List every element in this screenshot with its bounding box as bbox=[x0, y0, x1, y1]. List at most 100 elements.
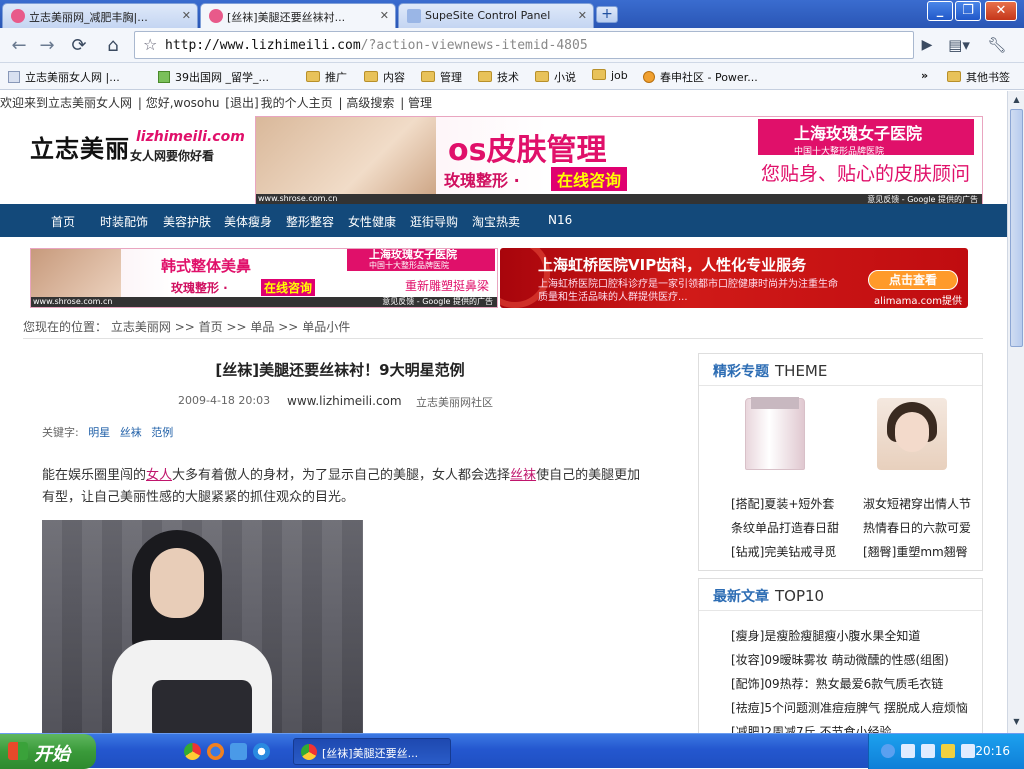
ad-consult-button[interactable]: 在线咨询 bbox=[261, 279, 316, 296]
tray-app-icon[interactable] bbox=[941, 744, 955, 758]
list-item[interactable]: [祛痘]5个问题测准痘痘脾气 摆脱成人痘烦恼 bbox=[731, 696, 971, 720]
theme-item[interactable]: [钻戒]完美钻戒寻觅 bbox=[731, 540, 849, 564]
scroll-down-arrow-icon[interactable]: ▼ bbox=[1010, 715, 1023, 729]
theme-item[interactable]: 条纹单品打造春日甜 bbox=[731, 516, 849, 540]
nav-slimming[interactable]: 美体瘦身 bbox=[224, 213, 272, 230]
theme-item[interactable]: 热情春日的六款可爱 bbox=[863, 516, 975, 540]
nav-home[interactable]: 首页 bbox=[51, 213, 75, 230]
list-item[interactable]: [瘦身]是瘦脸瘦腿瘦小腹水果全知道 bbox=[731, 624, 971, 648]
ad-feedback-link[interactable]: 意见反馈 - Google 提供的广告 bbox=[382, 297, 493, 307]
page-menu-button[interactable]: ▤▾ bbox=[946, 33, 972, 59]
bookmark-folder-xiaoshuo[interactable]: 小说 bbox=[535, 69, 576, 85]
breadcrumb-item[interactable]: 单品 bbox=[250, 320, 274, 334]
app-quicklaunch-icon[interactable] bbox=[230, 743, 247, 760]
logout-link[interactable]: [退出] bbox=[225, 96, 258, 110]
top10-list: [瘦身]是瘦脸瘦腿瘦小腹水果全知道 [妆容]09暧昧雾妆 萌动微醺的性感(组图)… bbox=[731, 624, 971, 733]
tray-network-icon[interactable] bbox=[901, 744, 915, 758]
breadcrumb-item[interactable]: 立志美丽网 bbox=[111, 320, 171, 334]
nav-shopping-guide[interactable]: 逛街导购 bbox=[410, 213, 458, 230]
nav-fashion[interactable]: 时装配饰 bbox=[100, 213, 148, 230]
top-banner-ad[interactable]: os皮肤管理 玫瑰整形 · 在线咨询 上海玫瑰女子医院 中国十大整形品牌医院 您贴… bbox=[255, 116, 983, 206]
my-homepage-link[interactable]: 我的个人主页 bbox=[261, 96, 333, 110]
keyword-link[interactable]: 明星 bbox=[88, 426, 110, 439]
theme-thumbnail-girl[interactable] bbox=[877, 398, 947, 470]
site-logo[interactable]: 立志美丽 lizhimeili.com 女人网要你好看 bbox=[30, 129, 245, 163]
maximize-button[interactable]: ❐ bbox=[955, 1, 981, 21]
bookmark-folder-guanli[interactable]: 管理 bbox=[421, 69, 462, 85]
bookmark-folder-tuiguang[interactable]: 推广 bbox=[306, 69, 347, 85]
bookmark-folder-jishu[interactable]: 技术 bbox=[478, 69, 519, 85]
tray-collapse-icon[interactable] bbox=[881, 744, 895, 758]
tab-current-article[interactable]: [丝袜]美腿还要丝袜衬... ✕ bbox=[200, 3, 396, 29]
article-site[interactable]: www.lizhimeili.com bbox=[287, 394, 402, 408]
list-item[interactable]: [减肥]2周减7斤 不节食小经验 bbox=[731, 720, 971, 733]
minimize-button[interactable]: _ bbox=[927, 1, 953, 21]
page-favicon-icon bbox=[407, 9, 421, 23]
new-tab-button[interactable]: + bbox=[596, 6, 618, 23]
bookmark-folder-job[interactable]: job bbox=[592, 69, 628, 82]
tray-volume-icon[interactable] bbox=[921, 744, 935, 758]
bookmark-star-icon[interactable]: ☆ bbox=[143, 35, 157, 54]
theme-item[interactable]: [翘臀]重塑mm翘臀 bbox=[863, 540, 975, 564]
vertical-scrollbar[interactable]: ▲ ▼ bbox=[1007, 91, 1024, 733]
play-icon: ▶ bbox=[921, 37, 933, 53]
nav-cosmetic-surgery[interactable]: 整形整容 bbox=[286, 213, 334, 230]
left-banner-ad[interactable]: 韩式整体美鼻 玫瑰整形 · 在线咨询 上海玫瑰女子医院 中国十大整形品牌医院 重新… bbox=[30, 248, 498, 308]
theme-item[interactable]: 淑女短裙穿出情人节 bbox=[863, 492, 975, 516]
scroll-up-arrow-icon[interactable]: ▲ bbox=[1010, 93, 1023, 107]
scrollbar-thumb[interactable] bbox=[1010, 109, 1023, 347]
breadcrumb-item[interactable]: 单品小件 bbox=[302, 320, 350, 334]
bookmark-folder-neirong[interactable]: 内容 bbox=[364, 69, 405, 85]
go-button[interactable]: ▶ bbox=[914, 33, 940, 59]
close-window-button[interactable]: ✕ bbox=[985, 1, 1017, 21]
breadcrumb-separator: >> bbox=[174, 320, 195, 334]
tab-supesite-control-panel[interactable]: SupeSite Control Panel ✕ bbox=[398, 3, 594, 28]
chrome-quicklaunch-icon[interactable] bbox=[184, 743, 201, 760]
taskbar: 开始 [丝袜]美腿还要丝... 20:16 bbox=[0, 733, 1024, 769]
ie-quicklaunch-icon[interactable] bbox=[253, 743, 270, 760]
bookmark-lizhimeili[interactable]: 立志美丽女人网 |... bbox=[8, 69, 120, 85]
list-item[interactable]: [配饰]09热荐：熟女最爱6款气质毛衣链 bbox=[731, 672, 971, 696]
keyword-link[interactable]: 丝袜 bbox=[120, 426, 142, 439]
article-source[interactable]: 立志美丽网社区 bbox=[416, 394, 493, 410]
task-label: [丝袜]美腿还要丝... bbox=[322, 747, 419, 760]
inline-link-stockings[interactable]: 丝袜 bbox=[510, 468, 536, 483]
nav-health[interactable]: 女性健康 bbox=[348, 213, 396, 230]
theme-thumbnail-bottle[interactable] bbox=[745, 397, 805, 470]
home-button[interactable]: ⌂ bbox=[100, 33, 126, 59]
right-banner-ad[interactable]: 上海虹桥医院VIP齿科，人性化专业服务 上海虹桥医院口腔科诊疗是一家引领都市口腔… bbox=[500, 248, 968, 308]
bookmark-folder-other[interactable]: 其他书签 bbox=[947, 69, 1010, 85]
start-button[interactable]: 开始 bbox=[0, 734, 96, 769]
advanced-search-link[interactable]: 高级搜索 bbox=[346, 96, 394, 110]
tools-menu-button[interactable]: 🔧︎▾ bbox=[984, 33, 1010, 79]
keyword-link[interactable]: 范例 bbox=[151, 426, 173, 439]
taskbar-window-chrome[interactable]: [丝袜]美腿还要丝... bbox=[293, 738, 451, 765]
ad-headline: 韩式整体美鼻 bbox=[161, 257, 252, 275]
bookmark-39chuguo[interactable]: 39出国网 _留学_... bbox=[158, 69, 269, 85]
tab-lizhimeili-home[interactable]: 立志美丽网_减肥丰胸|... ✕ bbox=[2, 3, 198, 28]
theme-item[interactable]: [搭配]夏装+短外套 bbox=[731, 492, 849, 516]
bookmarks-overflow-chevron-icon[interactable]: » bbox=[921, 69, 928, 82]
ad-brand: 上海玫瑰女子医院 中国十大整形品牌医院 bbox=[758, 119, 974, 157]
tab-close-icon[interactable]: ✕ bbox=[578, 9, 587, 22]
forward-button[interactable]: → bbox=[34, 33, 60, 59]
address-bar[interactable]: ☆ http://www.lizhimeili.com/?action-view… bbox=[134, 31, 914, 59]
breadcrumb-item[interactable]: 首页 bbox=[199, 320, 223, 334]
clock[interactable]: 20:16 bbox=[975, 744, 1010, 758]
ad-click-button[interactable]: 点击查看 bbox=[868, 270, 958, 290]
admin-link[interactable]: 管理 bbox=[408, 96, 432, 110]
firefox-quicklaunch-icon[interactable] bbox=[207, 743, 224, 760]
ad-consult-button[interactable]: 在线咨询 bbox=[551, 167, 628, 191]
tab-close-icon[interactable]: ✕ bbox=[182, 9, 191, 22]
tray-camera-icon[interactable] bbox=[961, 744, 975, 758]
list-item[interactable]: [妆容]09暧昧雾妆 萌动微醺的性感(组图) bbox=[731, 648, 971, 672]
nav-taobao[interactable]: 淘宝热卖 bbox=[472, 213, 520, 230]
bookmark-chunshen[interactable]: 春申社区 - Power... bbox=[643, 69, 758, 85]
nav-beauty[interactable]: 美容护肤 bbox=[163, 213, 211, 230]
inline-link-women[interactable]: 女人 bbox=[146, 468, 172, 483]
tab-close-icon[interactable]: ✕ bbox=[380, 9, 389, 22]
reload-button[interactable]: ⟳ bbox=[66, 33, 92, 59]
back-button[interactable]: ← bbox=[6, 33, 32, 59]
main-nav: 首页 时装配饰 美容护肤 美体瘦身 整形整容 女性健康 逛街导购 淘宝热卖 N1… bbox=[0, 204, 1007, 237]
nav-n16[interactable]: N16 bbox=[548, 213, 572, 227]
